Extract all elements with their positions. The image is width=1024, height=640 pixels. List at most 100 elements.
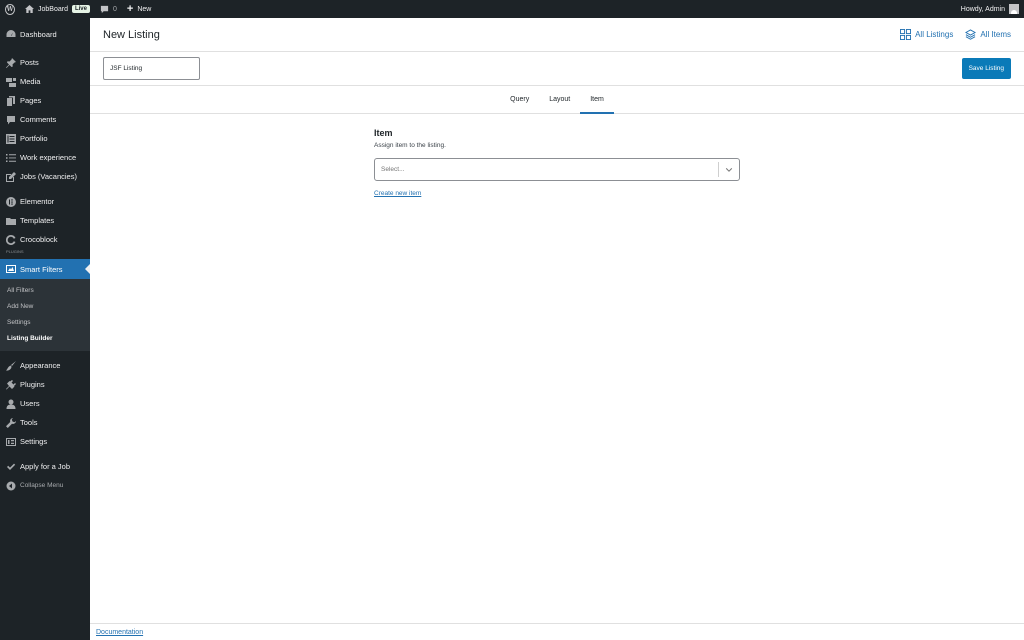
comment-icon [100,5,109,13]
all-items-link[interactable]: All Items [965,29,1011,40]
sidebar-item-settings[interactable]: Settings [0,432,90,451]
new-content-link[interactable]: + New [122,0,156,18]
new-label: New [137,5,152,13]
panel-title: Item [374,128,393,138]
elementor-icon [6,196,16,207]
sidebar-item-label: Collapse Menu [20,482,64,489]
sidebar-item-crocoblock[interactable]: Crocoblock [0,230,90,249]
layers-icon [965,29,977,40]
admin-bar: W JobBoard Live 0 + New Howdy, Admin [0,0,1024,18]
plus-icon: + [126,2,134,15]
all-listings-label: All Listings [915,30,954,39]
site-name-link[interactable]: JobBoard Live [20,0,95,18]
settings-icon [6,437,16,447]
sidebar-item-label: Dashboard [20,29,57,39]
footer: Documentation [90,623,1024,640]
plugin-icon [6,379,16,390]
smart-filters-submenu: All Filters Add New Settings Listing Bui… [0,279,90,351]
sidebar-item-appearance[interactable]: Appearance [0,356,90,375]
chevron-down-icon[interactable] [719,166,739,174]
create-new-item-link[interactable]: Create new item [374,190,421,197]
account-menu[interactable]: Howdy, Admin [956,0,1024,18]
check-icon [6,462,16,472]
pages-icon [6,95,16,106]
comments-count: 0 [112,5,117,13]
list-icon [6,153,16,163]
sidebar-item-pages[interactable]: Pages [0,91,90,110]
collapse-icon [6,481,16,491]
folder-icon [6,216,16,226]
filters-icon [6,264,16,274]
sidebar-item-label: Apply for a Job [20,462,71,471]
listing-name-row: Save Listing [90,52,1024,86]
sidebar-item-tools[interactable]: Tools [0,413,90,432]
tab-layout[interactable]: Layout [539,86,580,114]
sidebar-item-smart-filters[interactable]: Smart Filters [0,259,90,279]
sidebar-item-media[interactable]: Media [0,72,90,91]
pin-icon [6,57,16,68]
comment-icon [6,115,16,125]
sidebar-item-label: Pages [20,96,42,105]
item-select[interactable]: Select... [374,158,740,181]
sidebar-item-label: Jobs (Vacancies) [20,172,77,181]
submenu-item-add-new[interactable]: Add New [0,298,90,314]
item-panel: Item Assign item to the listing. Select.… [374,128,740,200]
select-placeholder: Select... [381,166,405,173]
crocoblock-icon [6,234,16,245]
live-badge: Live [71,5,90,13]
tab-query[interactable]: Query [500,86,539,114]
sidebar-item-work-experience[interactable]: Work experience [0,148,90,167]
sidebar-item-label: Posts [20,58,39,67]
page-title: New Listing [103,28,160,41]
sidebar-item-comments[interactable]: Comments [0,110,90,129]
sidebar-item-label: Smart Filters [20,264,63,274]
brush-icon [6,360,16,371]
documentation-link[interactable]: Documentation [96,629,143,636]
sidebar-item-users[interactable]: Users [0,394,90,413]
submenu-item-all-filters[interactable]: All Filters [0,282,90,298]
sidebar-item-label: Appearance [20,361,61,370]
sidebar-item-label: Templates [20,216,55,225]
home-icon [25,5,34,13]
sidebar-item-label: Tools [20,418,38,427]
sidebar-item-label: Crocoblock [20,235,58,244]
collapse-menu-button[interactable]: Collapse Menu [0,476,90,495]
sidebar-item-label: Settings [20,437,48,446]
sidebar-item-portfolio[interactable]: Portfolio [0,129,90,148]
header-links: All Listings All Items [900,29,1011,40]
edit-icon [6,171,16,182]
sidebar-item-label: Media [20,77,41,86]
page-header: New Listing All Listings All Items [90,18,1024,52]
submenu-item-listing-builder[interactable]: Listing Builder [0,330,90,346]
comments-link[interactable]: 0 [95,0,122,18]
panel-description: Assign item to the listing. [374,142,446,149]
sidebar-item-label: Work experience [20,153,77,162]
save-listing-button[interactable]: Save Listing [961,58,1011,79]
listing-name-input[interactable] [103,57,200,80]
listing-tabs: Query Layout Item [90,86,1024,114]
sidebar-item-elementor[interactable]: Elementor [0,192,90,211]
media-icon [6,77,16,87]
submenu-item-settings[interactable]: Settings [0,314,90,330]
sidebar-item-jobs[interactable]: Jobs (Vacancies) [0,167,90,186]
all-items-label: All Items [980,30,1011,39]
sidebar-item-templates[interactable]: Templates [0,211,90,230]
sidebar-item-apply-for-a-job[interactable]: Apply for a Job [0,457,90,476]
portfolio-icon [6,133,16,144]
avatar [1009,4,1019,14]
grid-icon [900,29,912,40]
tab-item[interactable]: Item [580,86,614,114]
admin-sidebar: Dashboard Posts Media Pages Comments Por… [0,18,90,640]
users-icon [6,399,16,409]
sidebar-item-posts[interactable]: Posts [0,53,90,72]
wordpress-logo-icon[interactable]: W [0,0,20,18]
sidebar-item-plugins[interactable]: Plugins [0,375,90,394]
sidebar-item-label: Users [20,399,40,408]
sidebar-item-label: Elementor [20,197,55,206]
sidebar-item-label: Portfolio [20,134,48,143]
dashboard-icon [6,29,16,39]
sidebar-item-label: Comments [20,115,57,124]
site-name: JobBoard [38,5,68,13]
sidebar-item-dashboard[interactable]: Dashboard [0,23,90,45]
all-listings-link[interactable]: All Listings [900,29,953,40]
